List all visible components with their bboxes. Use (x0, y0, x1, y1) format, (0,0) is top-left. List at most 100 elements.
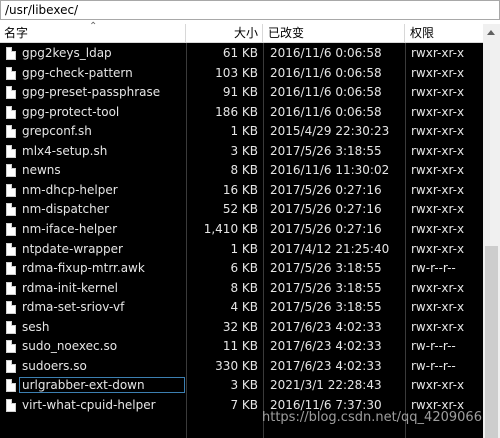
file-icon (6, 359, 16, 373)
file-size: 8 KB (230, 280, 258, 295)
file-row[interactable]: ntpdate-wrapper 1 KB 2017/4/12 21:25:40 rwx… (0, 240, 483, 260)
file-icon (6, 262, 16, 276)
file-permissions: rwxr-xr-x (411, 182, 465, 197)
file-icon (6, 301, 16, 315)
file-permissions: rwxr-xr-x (411, 124, 465, 139)
column-header-name[interactable]: 名字 ⌃ (0, 21, 186, 42)
file-name: rdma-set-sriov-vf (22, 300, 125, 315)
file-name: rdma-init-kernel (22, 280, 118, 295)
file-icon (6, 242, 16, 256)
file-row[interactable]: rdma-fixup-mtrr.awk 6 KB 2017/5/26 3:18:55… (0, 259, 483, 279)
file-modified: 2016/11/6 0:06:58 (270, 85, 382, 100)
file-row[interactable]: gpg2keys_ldap 61 KB 2016/11/6 0:06:58 rwxr-… (0, 44, 483, 64)
scrollbar-thumb[interactable] (485, 246, 498, 438)
file-icon (6, 125, 16, 139)
file-icon (6, 203, 16, 217)
file-name: sudo_noexec.so (22, 339, 118, 354)
file-size: 330 KB (215, 358, 258, 373)
file-list[interactable]: gpg2keys_ldap 61 KB 2016/11/6 0:06:58 rwxr-… (0, 43, 483, 438)
file-row[interactable]: nm-dhcp-helper 16 KB 2017/5/26 0:27:16 rwxr… (0, 181, 483, 201)
file-icon (6, 379, 16, 393)
file-list-header: 名字 ⌃ 大小 已改变 权限 (0, 21, 483, 43)
file-permissions: rwxr-xr-x (411, 241, 465, 256)
column-header-modified-label: 已改变 (268, 26, 305, 40)
file-size: 4 KB (230, 300, 258, 315)
file-icon (6, 105, 16, 119)
file-permissions: rwxr-xr-x (411, 46, 465, 60)
file-name: gpg2keys_ldap (22, 46, 112, 60)
file-row[interactable]: sudoers.so 330 KB 2017/6/23 4:02:33 rw-r--r… (0, 357, 483, 377)
file-modified: 2017/6/23 4:02:33 (270, 319, 382, 334)
column-header-size[interactable]: 大小 (186, 24, 263, 42)
file-size: 1 KB (230, 124, 258, 139)
file-size: 16 KB (222, 182, 258, 197)
file-row[interactable]: newns 8 KB 2016/11/6 11:30:02 rwxr-xr-x (0, 161, 483, 181)
file-size: 61 KB (222, 46, 258, 60)
file-size: 52 KB (222, 202, 258, 217)
file-name: newns (22, 163, 61, 178)
sort-ascending-icon: ⌃ (89, 21, 98, 32)
path-bar[interactable]: /usr/libexec/ (0, 0, 500, 20)
file-modified: 2015/4/29 22:30:23 (270, 124, 390, 139)
file-permissions: rwxr-xr-x (411, 65, 465, 80)
file-row[interactable]: gpg-protect-tool 186 KB 2016/11/6 0:06:58 r… (0, 103, 483, 123)
file-size: 3 KB (230, 378, 258, 393)
file-row[interactable]: rdma-set-sriov-vf 4 KB 2017/5/26 3:18:55 rw… (0, 298, 483, 318)
file-size: 91 KB (222, 85, 258, 100)
file-permissions: rwxr-xr-x (411, 143, 465, 158)
file-permissions: rwxr-xr-x (411, 280, 465, 295)
file-row[interactable]: urlgrabber-ext-down 3 KB 2021/3/1 22:28:43… (0, 376, 483, 396)
file-icon (6, 144, 16, 158)
path-text: /usr/libexec/ (5, 3, 79, 17)
file-name: ntpdate-wrapper (22, 241, 123, 256)
watermark: https://blog.csdn.net/qq_4209066 (262, 410, 482, 425)
file-row[interactable]: gpg-preset-passphrase 91 KB 2016/11/6 0:06… (0, 83, 483, 103)
vertical-scrollbar[interactable] (483, 24, 500, 438)
file-name: gpg-check-pattern (22, 65, 133, 80)
file-size: 7 KB (230, 397, 258, 412)
file-icon (6, 340, 16, 354)
file-permissions: rwxr-xr-x (411, 163, 465, 178)
file-icon (6, 281, 16, 295)
file-row[interactable]: gpg-check-pattern 103 KB 2016/11/6 0:06:58… (0, 64, 483, 84)
column-header-permissions[interactable]: 权限 (405, 24, 483, 42)
file-modified: 2017/5/26 0:27:16 (270, 221, 382, 236)
file-modified: 2017/5/26 3:18:55 (270, 143, 382, 158)
file-row[interactable]: nm-iface-helper 1,410 KB 2017/5/26 0:27:16… (0, 220, 483, 240)
scroll-up-arrow-icon[interactable] (487, 30, 495, 35)
file-row[interactable]: nm-dispatcher 52 KB 2017/5/26 0:27:16 rwxr-… (0, 200, 483, 220)
file-icon (6, 66, 16, 80)
file-row[interactable]: grepconf.sh 1 KB 2015/4/29 22:30:23 rwxr-xr… (0, 122, 483, 142)
file-row[interactable]: mlx4-setup.sh 3 KB 2017/5/26 3:18:55 rwxr-x… (0, 142, 483, 162)
file-permissions: rwxr-xr-x (411, 221, 465, 236)
file-name: gpg-protect-tool (22, 104, 120, 119)
file-name: virt-what-cpuid-helper (22, 397, 156, 412)
file-name: nm-dhcp-helper (22, 182, 118, 197)
column-header-modified[interactable]: 已改变 (263, 24, 405, 42)
file-size: 32 KB (222, 319, 258, 334)
file-row[interactable]: sesh 32 KB 2017/6/23 4:02:33 rwxr-xr-x (0, 318, 483, 338)
file-permissions: rwxr-xr-x (411, 300, 465, 315)
file-name: rdma-fixup-mtrr.awk (22, 261, 145, 276)
file-row[interactable]: rdma-init-kernel 8 KB 2017/5/26 3:18:55 rwx… (0, 279, 483, 299)
file-name: nm-dispatcher (22, 202, 110, 217)
file-modified: 2016/11/6 0:06:58 (270, 65, 382, 80)
file-row[interactable]: sudo_noexec.so 11 KB 2017/6/23 4:02:33 rw-r… (0, 337, 483, 357)
file-modified: 2017/5/26 3:18:55 (270, 280, 382, 295)
column-header-name-label: 名字 (4, 26, 29, 40)
file-modified: 2016/11/6 0:06:58 (270, 104, 382, 119)
file-modified: 2017/5/26 0:27:16 (270, 182, 382, 197)
file-permissions: rwxr-xr-x (411, 85, 465, 100)
file-permissions: rwxr-xr-x (411, 104, 465, 119)
file-icon (6, 183, 16, 197)
file-modified: 2017/5/26 0:27:16 (270, 202, 382, 217)
file-modified: 2017/5/26 3:18:55 (270, 300, 382, 315)
file-icon (6, 47, 16, 60)
file-size: 103 KB (215, 65, 258, 80)
column-header-permissions-label: 权限 (410, 26, 435, 40)
file-icon (6, 164, 16, 178)
file-modified: 2017/5/26 3:18:55 (270, 261, 382, 276)
file-name: grepconf.sh (22, 124, 92, 139)
file-modified: 2017/4/12 21:25:40 (270, 241, 390, 256)
column-header-size-label: 大小 (233, 26, 258, 40)
